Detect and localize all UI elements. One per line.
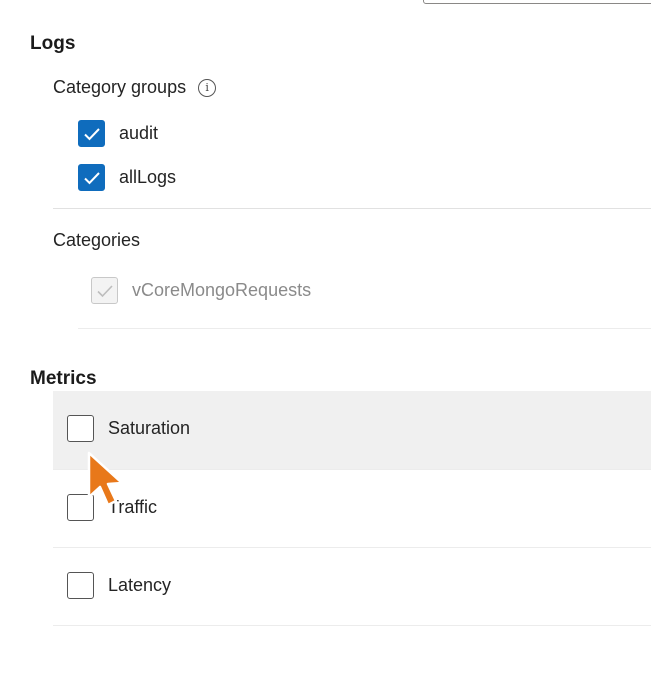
- checkbox-saturation[interactable]: Saturation: [67, 415, 190, 442]
- checkbox-vcoremongorequests: vCoreMongoRequests: [91, 277, 311, 304]
- top-field[interactable]: [423, 0, 651, 4]
- categories-heading: Categories: [53, 230, 141, 250]
- checkbox-label: Saturation: [108, 418, 191, 438]
- checkbox-alllogs[interactable]: allLogs: [78, 164, 176, 191]
- checkbox-latency[interactable]: Latency: [67, 572, 171, 599]
- checkbox-unchecked-icon[interactable]: [67, 415, 94, 442]
- checkbox-disabled-icon: [91, 277, 118, 304]
- checkbox-checked-icon[interactable]: [78, 120, 105, 147]
- checkmark-icon: [83, 171, 100, 184]
- checkbox-checked-icon[interactable]: [78, 164, 105, 191]
- metrics-heading: Metrics: [30, 368, 97, 389]
- category-groups-heading: Category groups i: [53, 77, 217, 98]
- checkbox-label: Latency: [108, 575, 172, 595]
- checkbox-label: allLogs: [119, 167, 177, 187]
- divider: [53, 469, 651, 470]
- info-icon[interactable]: i: [198, 78, 217, 97]
- divider: [53, 547, 651, 548]
- category-groups-label: Category groups: [53, 77, 187, 97]
- divider: [53, 208, 651, 209]
- mouse-pointer-icon: [86, 451, 126, 514]
- divider: [53, 625, 651, 626]
- checkbox-label: audit: [119, 123, 159, 143]
- checkmark-icon: [83, 127, 100, 140]
- checkbox-label: vCoreMongoRequests: [132, 280, 312, 300]
- divider: [78, 328, 651, 329]
- checkbox-audit[interactable]: audit: [78, 120, 158, 147]
- checkmark-icon: [96, 284, 113, 297]
- checkbox-unchecked-icon[interactable]: [67, 572, 94, 599]
- logs-heading: Logs: [30, 33, 76, 54]
